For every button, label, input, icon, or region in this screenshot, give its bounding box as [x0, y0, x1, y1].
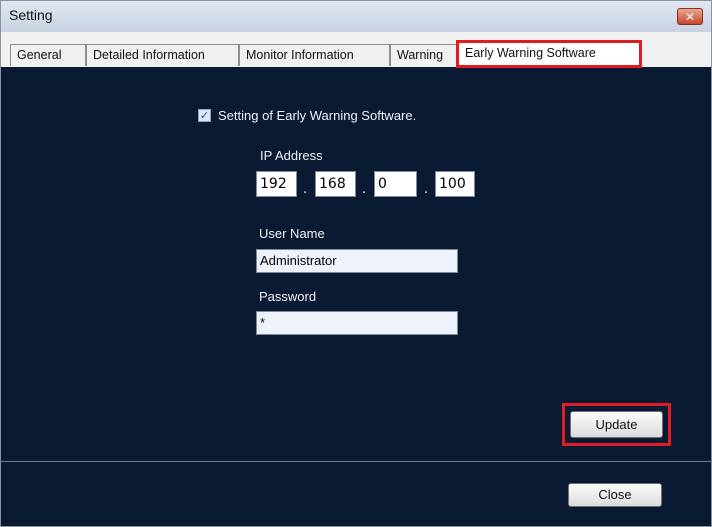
update-button[interactable]: Update	[570, 411, 663, 438]
tab-strip: General Detailed Information Monitor Inf…	[1, 32, 711, 68]
close-icon[interactable]: ✕	[677, 8, 703, 25]
ip-octet-3-input[interactable]: 0	[374, 171, 417, 197]
password-field[interactable]: *	[256, 311, 458, 335]
early-warning-checkbox[interactable]: ✓	[198, 109, 211, 122]
ip-octet-1-input[interactable]: 192	[256, 171, 297, 197]
ip-address-label: IP Address	[260, 148, 323, 163]
checkbox-label: Setting of Early Warning Software.	[218, 108, 417, 123]
username-field[interactable]: Administrator	[256, 249, 458, 273]
close-button[interactable]: Close	[568, 483, 662, 507]
tab-detailed-information[interactable]: Detailed Information	[86, 44, 239, 66]
tab-general[interactable]: General	[10, 44, 86, 66]
ip-octet-4-input[interactable]: 100	[435, 171, 475, 197]
tab-warning[interactable]: Warning	[390, 44, 458, 66]
username-label: User Name	[259, 226, 325, 241]
ip-dot: .	[424, 182, 429, 197]
tab-early-warning-software[interactable]: Early Warning Software	[456, 40, 642, 68]
title-bar: Setting ✕	[1, 1, 711, 33]
ip-dot: .	[362, 182, 367, 197]
tab-monitor-information[interactable]: Monitor Information	[239, 44, 390, 66]
password-label: Password	[259, 289, 317, 304]
window-title: Setting	[9, 7, 53, 23]
footer-divider	[1, 461, 711, 462]
ip-dot: .	[303, 182, 308, 197]
ip-octet-2-input[interactable]: 168	[315, 171, 356, 197]
setting-dialog: Setting ✕ General Detailed Information M…	[0, 0, 712, 527]
